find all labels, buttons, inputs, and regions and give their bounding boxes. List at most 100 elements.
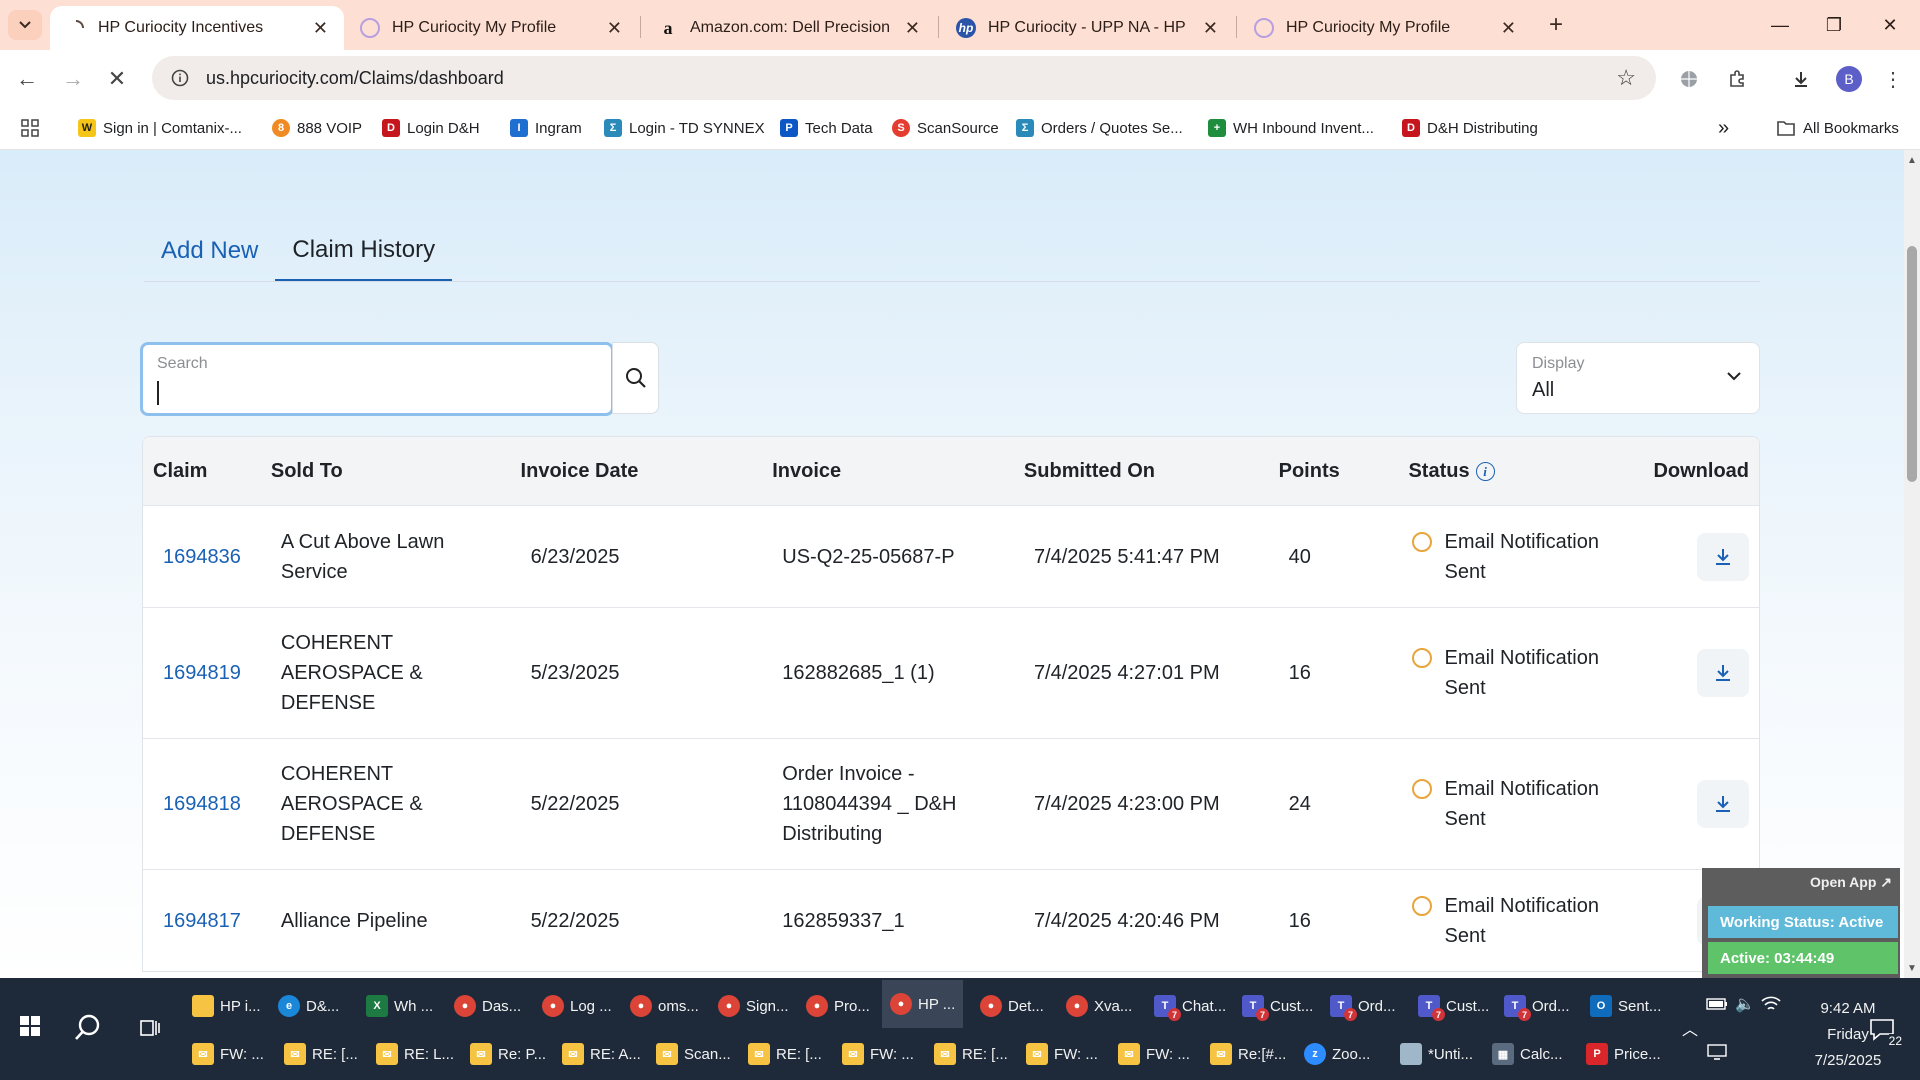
display-filter-select[interactable]: Display All xyxy=(1516,342,1760,414)
claim-link[interactable]: 1694817 xyxy=(143,906,259,936)
taskbar-item[interactable]: ✉ FW: ... xyxy=(1118,1032,1190,1076)
taskbar-item[interactable]: ✉ FW: ... xyxy=(842,1032,914,1076)
browser-tab-active[interactable]: HP Curiocity Incentives ✕ xyxy=(50,6,344,50)
taskbar-item[interactable]: ✉ RE: [... xyxy=(284,1032,358,1076)
all-bookmarks-button[interactable]: All Bookmarks xyxy=(1776,116,1899,140)
close-icon[interactable]: ✕ xyxy=(313,18,328,39)
taskbar-item[interactable]: ✉ Re: P... xyxy=(470,1032,546,1076)
taskbar-item[interactable]: O Sent... xyxy=(1590,984,1661,1028)
browser-tab[interactable]: HP Curiocity My Profile ✕ xyxy=(344,6,638,50)
browser-tab[interactable]: a Amazon.com: Dell Precision 778 ✕ xyxy=(642,6,936,50)
taskbar-item[interactable]: T 7 Cust... xyxy=(1242,984,1313,1028)
browser-tab[interactable]: HP Curiocity My Profile ✕ xyxy=(1238,6,1532,50)
taskbar-item[interactable]: ✉ RE: [... xyxy=(934,1032,1008,1076)
taskbar-item[interactable]: e D&... xyxy=(278,984,339,1028)
downloads-icon[interactable] xyxy=(1784,62,1818,96)
taskbar-item[interactable]: ● Das... xyxy=(454,984,521,1028)
bookmark-item[interactable]: + WH Inbound Invent... xyxy=(1208,116,1374,140)
scrollbar-thumb[interactable] xyxy=(1907,246,1917,482)
bookmark-item[interactable]: Σ Login - TD SYNNEX xyxy=(604,116,765,140)
taskbar-item[interactable]: T 7 Ord... xyxy=(1330,984,1396,1028)
taskbar-item[interactable]: P Price... xyxy=(1586,1032,1661,1076)
claim-link[interactable]: 1694836 xyxy=(143,542,259,572)
close-icon[interactable]: ✕ xyxy=(607,18,622,39)
tab-add-new[interactable]: Add New xyxy=(144,220,275,282)
taskbar-item[interactable]: ✉ Re:[#... xyxy=(1210,1032,1286,1076)
download-button[interactable] xyxy=(1697,780,1750,828)
info-icon[interactable]: i xyxy=(1475,462,1495,481)
taskbar-item[interactable]: ✉ RE: [... xyxy=(748,1032,822,1076)
profile-avatar[interactable]: B xyxy=(1836,66,1862,92)
taskbar-item[interactable]: z Zoo... xyxy=(1304,1032,1370,1076)
apps-button[interactable] xyxy=(20,116,40,140)
forward-button[interactable]: → xyxy=(56,62,90,96)
start-button[interactable] xyxy=(10,1006,50,1046)
network-icon[interactable] xyxy=(1700,1032,1734,1072)
taskbar-item[interactable]: ● Det... xyxy=(980,984,1044,1028)
open-app-link[interactable]: Open App ↗ xyxy=(1810,874,1892,891)
taskbar-item[interactable]: ● Pro... xyxy=(806,984,870,1028)
mail-envelope-icon: ✉ xyxy=(470,1043,492,1065)
download-button[interactable] xyxy=(1697,532,1750,581)
taskbar-item-active[interactable]: ● HP ... xyxy=(882,980,964,1028)
taskbar-item[interactable]: ✉ RE: L... xyxy=(376,1032,454,1076)
bookmark-item[interactable]: D Login D&H xyxy=(382,116,480,140)
notification-center-button[interactable]: 22 xyxy=(1862,1010,1902,1050)
site-info-icon[interactable] xyxy=(160,69,200,87)
bookmark-item[interactable]: I Ingram xyxy=(510,116,582,140)
taskbar-item[interactable]: X Wh ... xyxy=(366,984,433,1028)
taskbar-item[interactable]: ● Log ... xyxy=(542,984,612,1028)
tab-search-button[interactable] xyxy=(8,10,42,40)
extensions-icon[interactable] xyxy=(1720,62,1754,96)
tab-claim-history[interactable]: Claim History xyxy=(275,220,453,282)
search-input[interactable] xyxy=(155,379,595,407)
wifi-icon[interactable] xyxy=(1754,984,1788,1024)
taskbar-item[interactable]: ● Xva... xyxy=(1066,984,1132,1028)
bookmark-item[interactable]: D D&H Distributing xyxy=(1402,116,1538,140)
taskbar-item[interactable]: ✉ RE: A... xyxy=(562,1032,641,1076)
browser-tab[interactable]: hp HP Curiocity - UPP NA - HP Par ✕ xyxy=(940,6,1234,50)
bookmark-item[interactable]: Σ Orders / Quotes Se... xyxy=(1016,116,1183,140)
back-button[interactable]: ← xyxy=(10,62,44,96)
taskbar-item[interactable]: T 7 Chat... xyxy=(1154,984,1226,1028)
taskbar-label: Das... xyxy=(482,997,522,1015)
search-button[interactable] xyxy=(612,342,659,414)
bookmark-item[interactable]: 8 888 VOIP xyxy=(272,116,362,140)
scroll-down-arrow-icon[interactable]: ▼ xyxy=(1904,960,1920,976)
close-icon[interactable]: ✕ xyxy=(905,18,920,39)
bookmark-star-icon[interactable]: ☆ xyxy=(1616,65,1636,91)
menu-kebab-icon[interactable]: ⋮ xyxy=(1876,62,1910,96)
bookmark-item[interactable]: P Tech Data xyxy=(780,116,873,140)
excel-icon: X xyxy=(366,995,388,1017)
address-bar[interactable]: us.hpcuriocity.com/Claims/dashboard ☆ xyxy=(152,56,1656,100)
bookmark-item[interactable]: S ScanSource xyxy=(892,116,999,140)
close-icon[interactable]: ✕ xyxy=(1203,18,1218,39)
stop-loading-button[interactable]: ✕ xyxy=(100,62,134,96)
scroll-up-arrow-icon[interactable]: ▲ xyxy=(1904,152,1920,168)
claim-link[interactable]: 1694819 xyxy=(143,658,259,688)
close-icon[interactable]: ✕ xyxy=(1501,18,1516,39)
minimize-button[interactable]: — xyxy=(1752,8,1808,42)
taskbar-item[interactable]: HP i... xyxy=(192,984,261,1028)
close-window-button[interactable]: ✕ xyxy=(1862,8,1918,42)
restore-button[interactable]: ❐ xyxy=(1806,8,1862,42)
page-scrollbar[interactable]: ▲ ▼ xyxy=(1904,150,1920,978)
taskbar-item[interactable]: ● Sign... xyxy=(718,984,789,1028)
taskbar-item[interactable]: T 7 Cust... xyxy=(1418,984,1489,1028)
taskbar-item[interactable]: ▦ Calc... xyxy=(1492,1032,1563,1076)
taskbar-item[interactable]: T 7 Ord... xyxy=(1504,984,1570,1028)
search-field[interactable]: Search xyxy=(140,342,614,416)
taskbar-item[interactable]: ✉ FW: ... xyxy=(192,1032,264,1076)
taskbar-item[interactable]: *Unti... xyxy=(1400,1032,1473,1076)
new-tab-button[interactable]: + xyxy=(1540,10,1572,40)
download-button[interactable] xyxy=(1697,649,1750,697)
taskbar-item[interactable]: ● oms... xyxy=(630,984,699,1028)
claim-link[interactable]: 1694818 xyxy=(143,789,259,819)
taskbar-item[interactable]: ✉ Scan... xyxy=(656,1032,731,1076)
search-button[interactable] xyxy=(68,1008,108,1048)
bookmark-item[interactable]: W Sign in | Comtanix-... xyxy=(78,116,242,140)
more-bookmarks-button[interactable]: » xyxy=(1718,116,1729,140)
task-view-button[interactable] xyxy=(130,1008,170,1048)
taskbar-item[interactable]: ✉ FW: ... xyxy=(1026,1032,1098,1076)
translate-icon[interactable] xyxy=(1672,62,1706,96)
